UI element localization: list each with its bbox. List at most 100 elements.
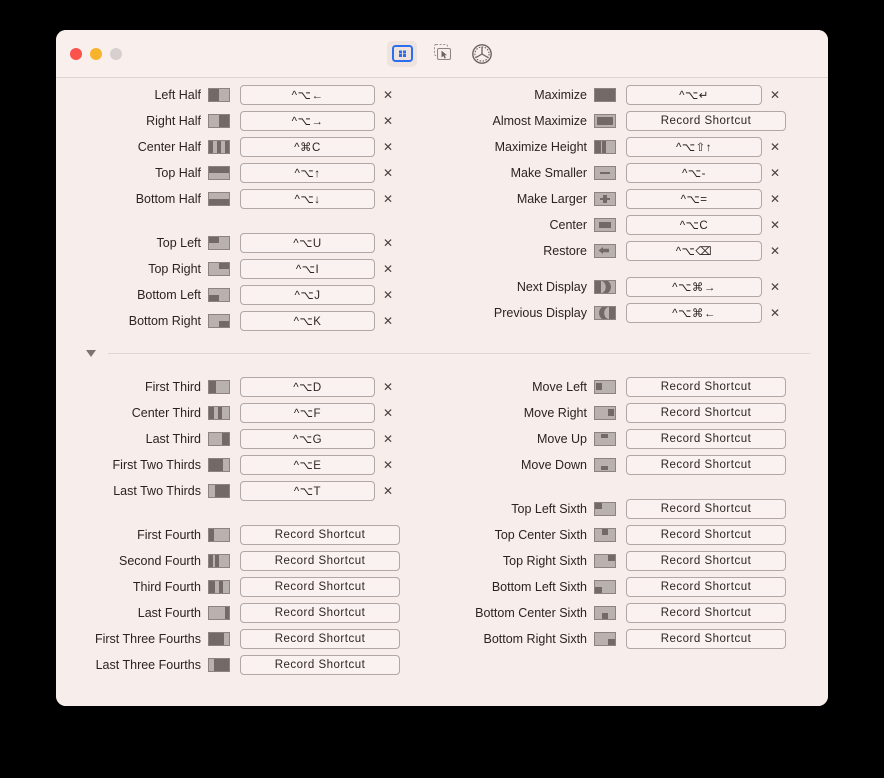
shortcut-control: ^⌥⌫ ✕: [626, 241, 783, 261]
shortcut-field[interactable]: ^⌥→: [240, 111, 375, 131]
zoom-button[interactable]: [110, 47, 122, 60]
shortcut-field[interactable]: ^⌥U: [240, 233, 375, 253]
section-disclosure: [56, 342, 828, 364]
record-shortcut-button[interactable]: Record Shortcut: [626, 455, 786, 475]
clear-shortcut-icon[interactable]: ✕: [380, 404, 396, 422]
clear-placeholder: [405, 552, 421, 570]
row-label: Bottom Left: [137, 288, 201, 302]
clear-shortcut-icon[interactable]: ✕: [767, 304, 783, 322]
shortcut-control: Record Shortcut: [240, 603, 421, 623]
clear-shortcut-icon[interactable]: ✕: [380, 164, 396, 182]
clear-shortcut-icon[interactable]: ✕: [380, 482, 396, 500]
shortcut-row-top-half: Top Half ^⌥↑ ✕: [56, 160, 442, 186]
clear-shortcut-icon[interactable]: ✕: [380, 138, 396, 156]
shortcut-control: ^⌥C ✕: [626, 215, 783, 235]
row-label: First Fourth: [137, 528, 201, 542]
record-shortcut-button[interactable]: Record Shortcut: [240, 525, 400, 545]
shortcut-field[interactable]: ^⌥↵: [626, 85, 762, 105]
record-shortcut-button[interactable]: Record Shortcut: [626, 525, 786, 545]
shortcut-field[interactable]: ^⌥←: [240, 85, 375, 105]
minimize-button[interactable]: [90, 47, 102, 60]
shortcut-field[interactable]: ^⌥J: [240, 285, 375, 305]
shortcut-row-move-up: Move Up Record Shortcut: [442, 426, 828, 452]
shortcut-field[interactable]: ^⌥D: [240, 377, 375, 397]
record-shortcut-button[interactable]: Record Shortcut: [240, 603, 400, 623]
record-shortcut-button[interactable]: Record Shortcut: [626, 499, 786, 519]
shortcut-row-move-right: Move Right Record Shortcut: [442, 400, 828, 426]
clear-shortcut-icon[interactable]: ✕: [380, 456, 396, 474]
chevron-down-icon[interactable]: [86, 349, 96, 357]
clear-shortcut-icon[interactable]: ✕: [767, 138, 783, 156]
thumb-last-three-fourths: [208, 658, 230, 672]
toolbar-tab-settings[interactable]: [467, 41, 497, 67]
shortcut-field[interactable]: ^⌥⇧↑: [626, 137, 762, 157]
shortcut-field[interactable]: ^⌥C: [626, 215, 762, 235]
shortcut-field[interactable]: ^⌥↓: [240, 189, 375, 209]
row-label: Center: [549, 218, 587, 232]
clear-shortcut-icon[interactable]: ✕: [380, 312, 396, 330]
clear-shortcut-icon[interactable]: ✕: [767, 278, 783, 296]
record-shortcut-button[interactable]: Record Shortcut: [240, 655, 400, 675]
shortcut-field[interactable]: ^⌥⌘→: [626, 277, 762, 297]
shortcut-field[interactable]: ^⌥T: [240, 481, 375, 501]
clear-shortcut-icon[interactable]: ✕: [380, 86, 396, 104]
shortcut-field[interactable]: ^⌥G: [240, 429, 375, 449]
shortcut-row-next-display: Next Display ^⌥⌘→ ✕: [442, 274, 828, 300]
shortcut-row-center-third: Center Third ^⌥F ✕: [56, 400, 442, 426]
record-shortcut-button[interactable]: Record Shortcut: [626, 551, 786, 571]
clear-shortcut-icon[interactable]: ✕: [380, 378, 396, 396]
shortcut-field[interactable]: ^⌥E: [240, 455, 375, 475]
row-label: Move Up: [536, 432, 587, 446]
clear-shortcut-icon[interactable]: ✕: [767, 190, 783, 208]
clear-shortcut-icon[interactable]: ✕: [380, 112, 396, 130]
record-shortcut-button[interactable]: Record Shortcut: [240, 577, 400, 597]
shortcut-field[interactable]: ^⌥⌫: [626, 241, 762, 261]
row-label: Move Right: [523, 406, 587, 420]
record-shortcut-button[interactable]: Record Shortcut: [626, 577, 786, 597]
clear-shortcut-icon[interactable]: ✕: [380, 234, 396, 252]
clear-shortcut-icon[interactable]: ✕: [380, 190, 396, 208]
clear-shortcut-icon[interactable]: ✕: [380, 260, 396, 278]
shortcut-field[interactable]: ^⌥K: [240, 311, 375, 331]
clear-shortcut-icon[interactable]: ✕: [380, 430, 396, 448]
clear-shortcut-icon[interactable]: ✕: [380, 286, 396, 304]
shortcut-field[interactable]: ^⌥I: [240, 259, 375, 279]
shortcut-field[interactable]: ^⌥↑: [240, 163, 375, 183]
row-label: Maximize Height: [494, 140, 587, 154]
shortcut-field[interactable]: ^⌥-: [626, 163, 762, 183]
record-shortcut-button[interactable]: Record Shortcut: [626, 429, 786, 449]
shortcut-control: ^⌥D ✕: [240, 377, 396, 397]
shortcut-field[interactable]: ^⌥=: [626, 189, 762, 209]
toolbar-tab-snap-areas[interactable]: [387, 40, 417, 67]
record-shortcut-button[interactable]: Record Shortcut: [626, 603, 786, 623]
row-label: Top Right: [148, 262, 201, 276]
record-shortcut-button[interactable]: Record Shortcut: [240, 629, 400, 649]
thumb-first-two-thirds: [208, 458, 230, 472]
record-shortcut-button[interactable]: Record Shortcut: [240, 551, 400, 571]
record-shortcut-button[interactable]: Record Shortcut: [626, 403, 786, 423]
shortcut-row-bottom-left-sixth: Bottom Left Sixth Record Shortcut: [442, 574, 828, 600]
shortcut-row-center-half: Center Half ^⌘C ✕: [56, 134, 442, 160]
record-shortcut-button[interactable]: Record Shortcut: [626, 111, 786, 131]
thumb-almost-maximize: [594, 114, 616, 128]
toolbar-tab-drag-snap[interactable]: [427, 41, 457, 67]
clear-shortcut-icon[interactable]: ✕: [767, 164, 783, 182]
clear-shortcut-icon[interactable]: ✕: [767, 86, 783, 104]
record-shortcut-button[interactable]: Record Shortcut: [626, 377, 786, 397]
shortcut-field[interactable]: ^⌥⌘←: [626, 303, 762, 323]
clear-placeholder: [791, 378, 807, 396]
clear-shortcut-icon[interactable]: ✕: [767, 216, 783, 234]
clear-placeholder: [791, 112, 807, 130]
shortcut-field[interactable]: ^⌥F: [240, 403, 375, 423]
close-button[interactable]: [70, 47, 82, 60]
shortcut-control: Record Shortcut: [240, 551, 421, 571]
shortcut-field[interactable]: ^⌘C: [240, 137, 375, 157]
record-shortcut-button[interactable]: Record Shortcut: [626, 629, 786, 649]
shortcut-row-last-fourth: Last Fourth Record Shortcut: [56, 600, 442, 626]
shortcut-control: Record Shortcut: [626, 111, 807, 131]
drag-to-snap-icon: [433, 44, 451, 60]
thumb-maximize-height: [594, 140, 616, 154]
shortcut-row-left-half: Left Half ^⌥← ✕: [56, 82, 442, 108]
thumb-top-left: [208, 236, 230, 250]
clear-shortcut-icon[interactable]: ✕: [767, 242, 783, 260]
